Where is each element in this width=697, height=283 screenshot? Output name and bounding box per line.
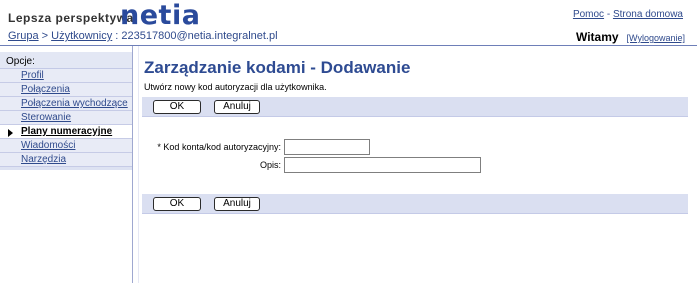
top-links-separator: - [604, 9, 613, 20]
welcome-text: Witamy [575, 30, 619, 44]
home-link[interactable]: Strona domowa [613, 9, 683, 20]
code-input[interactable] [284, 139, 370, 155]
header: Lepsza perspektywa netia Grupa > Użytkow… [0, 0, 697, 46]
content-divider [138, 46, 139, 283]
cancel-button[interactable]: Anuluj [214, 197, 260, 211]
sidebar-item-label: Plany numeracyjne [21, 126, 113, 137]
sidebar-item-incoming-calls[interactable]: Połączenia przychodzące [0, 83, 132, 108]
cancel-button[interactable]: Anuluj [214, 100, 260, 114]
sidebar-item-tools[interactable]: Narzędzia [0, 153, 132, 167]
sidebar-divider [132, 46, 133, 283]
sidebar-item-label: Profil [21, 70, 44, 81]
sidebar-item-label: Wiadomości [21, 140, 76, 151]
breadcrumb-group-link[interactable]: Grupa [8, 30, 39, 42]
sidebar-item-outgoing-calls[interactable]: Połączenia wychodzące [0, 97, 132, 111]
tagline: Lepsza perspektywa [8, 11, 134, 25]
description-input[interactable] [284, 157, 481, 173]
top-links: Pomoc - Strona domowa [573, 9, 683, 20]
sidebar-menu: Profil Połączenia przychodzące Połączeni… [0, 68, 132, 170]
page-subtitle: Utwórz nowy kod autoryzacji dla użytkown… [144, 82, 327, 92]
breadcrumb-users-link[interactable]: Użytkownicy [51, 30, 112, 42]
top-button-bar: OK Anuluj [142, 97, 688, 117]
code-label: * Kod konta/kod autoryzacyjny: [157, 142, 281, 152]
ok-button[interactable]: OK [153, 197, 201, 211]
logout-link[interactable]: [Wylogowanie] [627, 33, 685, 43]
active-arrow-icon [8, 129, 13, 137]
bottom-button-bar: OK Anuluj [142, 194, 688, 214]
sidebar-item-profile[interactable]: Profil [0, 69, 132, 83]
sidebar-item-label: Połączenia wychodzące [21, 98, 128, 109]
breadcrumb-separator: > [38, 30, 52, 42]
welcome-area: Witamy [Wylogowanie] [576, 30, 685, 44]
page-title: Zarządzanie kodami - Dodawanie [144, 58, 411, 77]
header-divider [0, 45, 697, 46]
sidebar-item-call-control[interactable]: Sterowanie połączeniami [0, 111, 132, 136]
sidebar-item-dial-plans[interactable]: Plany numeracyjne [0, 125, 132, 139]
sidebar-heading: Opcje: [0, 52, 132, 68]
breadcrumb: Grupa > Użytkownicy : 223517800@netia.in… [8, 30, 278, 42]
description-label: Opis: [259, 160, 281, 170]
ok-button[interactable]: OK [153, 100, 201, 114]
sidebar: Opcje: Profil Połączenia przychodzące Po… [0, 52, 132, 283]
sidebar-item-label: Narzędzia [21, 154, 67, 165]
help-link[interactable]: Pomoc [573, 9, 604, 20]
breadcrumb-account: 223517800@netia.integralnet.pl [121, 30, 278, 42]
sidebar-item-messages[interactable]: Wiadomości [0, 139, 132, 153]
netia-logo: netia [120, 0, 201, 31]
